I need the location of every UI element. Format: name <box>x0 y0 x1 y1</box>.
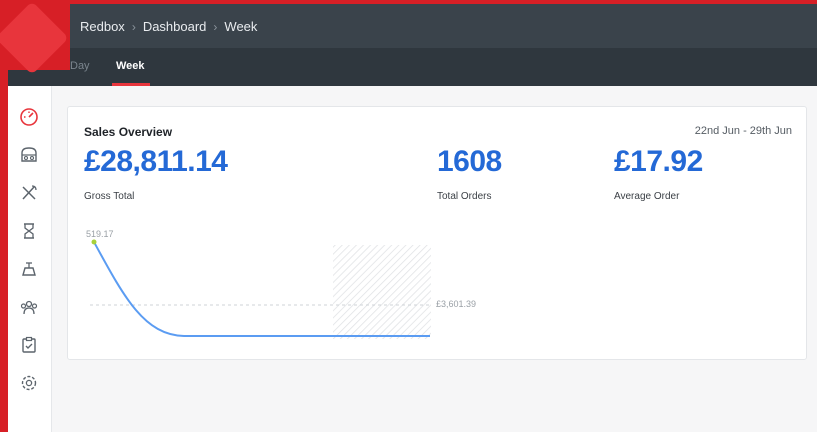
card-title: Sales Overview <box>84 125 173 139</box>
sidebar <box>8 86 52 432</box>
top-bar: Redbox › Dashboard › Week <box>8 4 817 48</box>
sales-chart: 519.17 £3,601.39 <box>84 227 504 347</box>
app-window: Redbox › Dashboard › Week Day Week Sales… <box>8 4 817 432</box>
breadcrumb-separator-icon: › <box>131 19 136 34</box>
gross-total-value: £28,811.14 <box>84 145 228 178</box>
scale-icon[interactable] <box>18 258 40 280</box>
breadcrumb: Redbox › Dashboard › Week <box>80 19 257 34</box>
peak-point[interactable] <box>91 239 97 245</box>
tab-week[interactable]: Week <box>116 60 145 72</box>
breadcrumb-dashboard[interactable]: Dashboard <box>143 19 207 34</box>
team-icon[interactable] <box>18 296 40 318</box>
average-order-value: £17.92 <box>614 145 703 178</box>
max-value-label: 519.17 <box>86 229 114 239</box>
period-tabs: Day Week <box>8 48 817 86</box>
sales-overview-card: Sales Overview 22nd Jun - 29th Jun £28,8… <box>67 106 807 360</box>
total-orders-value: 1608 <box>437 145 502 178</box>
breadcrumb-week: Week <box>224 19 258 34</box>
date-range[interactable]: 22nd Jun - 29th Jun <box>695 125 792 137</box>
clipboard-check-icon[interactable] <box>18 334 40 356</box>
sales-chart-svg <box>90 239 432 339</box>
store-icon[interactable] <box>18 144 40 166</box>
current-period-highlight <box>333 245 431 339</box>
dashboard-icon[interactable] <box>18 106 40 128</box>
average-value-label: £3,601.39 <box>436 299 477 309</box>
breadcrumb-separator-icon: › <box>213 19 218 34</box>
breadcrumb-redbox[interactable]: Redbox <box>80 19 125 34</box>
gross-total-label: Gross Total <box>84 191 135 202</box>
settings-icon[interactable] <box>18 372 40 394</box>
average-order-label: Average Order <box>614 191 680 202</box>
utensils-icon[interactable] <box>18 182 40 204</box>
total-orders-label: Total Orders <box>437 191 492 202</box>
hourglass-icon[interactable] <box>18 220 40 242</box>
active-tab-indicator <box>112 83 150 86</box>
tab-day[interactable]: Day <box>70 60 90 72</box>
